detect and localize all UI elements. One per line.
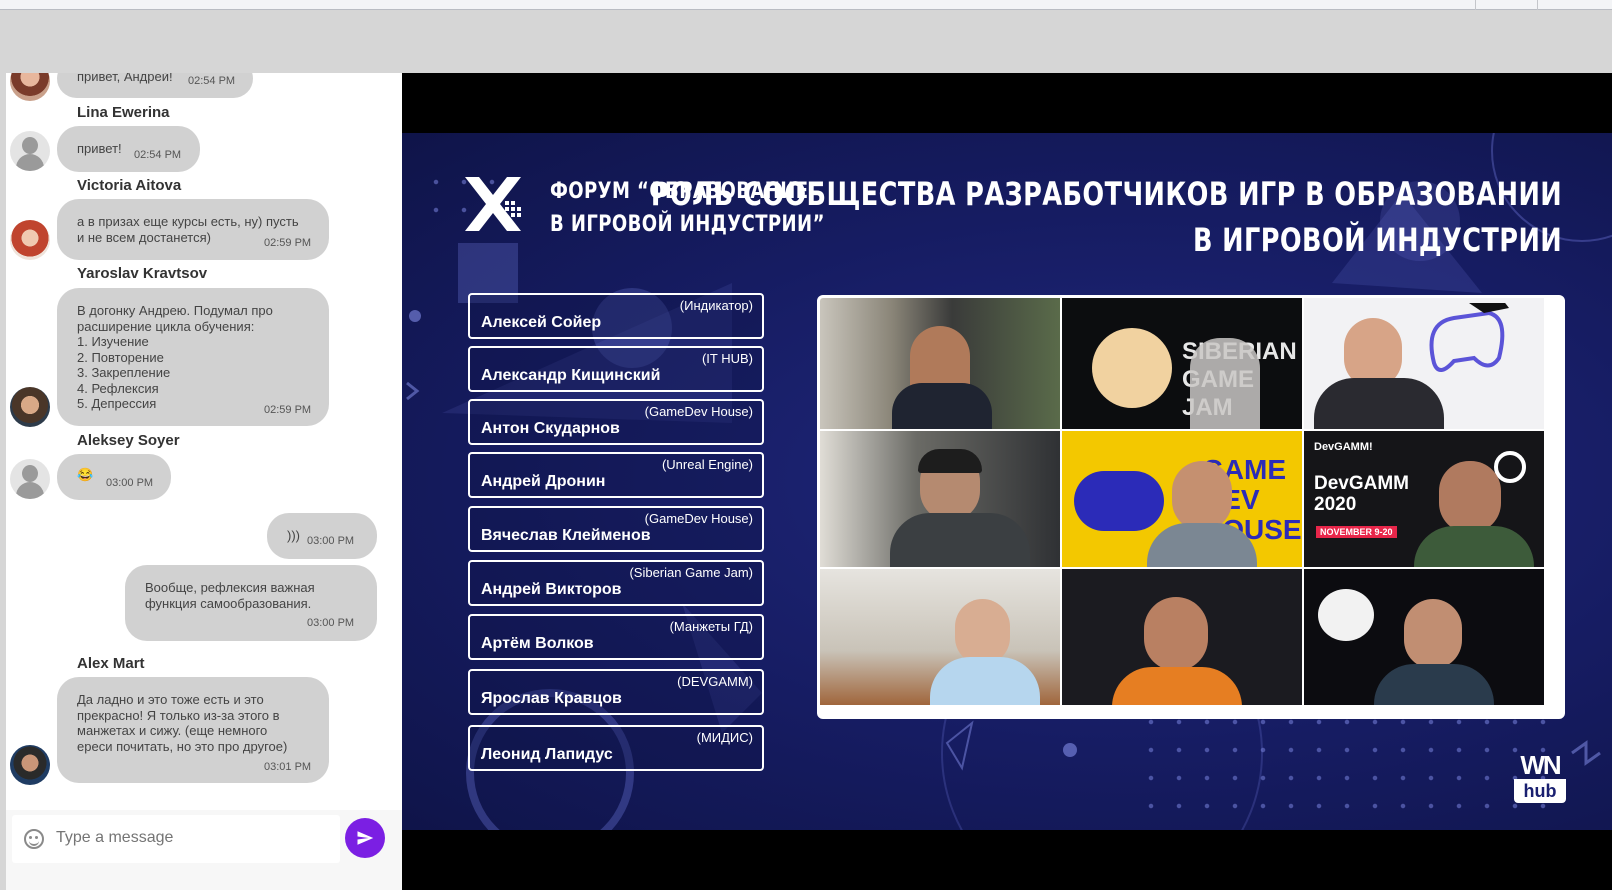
speaker-name: Антон Скударнов <box>481 420 620 437</box>
speaker-card: (IT HUB) Александр Кищинский <box>468 346 764 392</box>
speaker-name: Алексей Сойер <box>481 314 602 331</box>
message-text: Вообще, рефлексия важная функция самообр… <box>145 580 315 611</box>
wnhub-logo: WN hub <box>1512 751 1568 803</box>
message-text: В догонку Андрею. Подумал про расширение… <box>77 303 273 411</box>
speaker-card: (Индикатор) Алексей Сойер <box>468 293 764 339</box>
message-composer <box>6 810 402 890</box>
speaker-name: Андрей Викторов <box>481 581 622 598</box>
participant-video <box>820 298 1060 429</box>
sender-name: Alex Mart <box>77 655 145 672</box>
session-title-line: РОЛЬ СООБЩЕСТВА РАЗРАБОТЧИКОВ ИГР В ОБРА… <box>650 175 1562 213</box>
avatar <box>10 220 50 260</box>
message-input[interactable] <box>56 829 326 847</box>
message-time: 02:54 PM <box>188 75 236 87</box>
send-icon <box>357 831 374 845</box>
speaker-org: (DEVGAMM) <box>677 674 753 689</box>
message-text: Да ладно и это тоже есть и это прекрасно… <box>77 692 288 754</box>
message-time: 02:59 PM <box>264 404 312 416</box>
speaker-org: (Unreal Engine) <box>661 457 753 472</box>
message-bubble: Да ладно и это тоже есть и это прекрасно… <box>57 677 329 783</box>
message-time: 03:00 PM <box>307 617 355 629</box>
speaker-card: (Манжеты ГД) Артём Волков <box>468 614 764 660</box>
message-bubble: В догонку Андрею. Подумал про расширение… <box>57 288 329 426</box>
sender-name: Lina Ewerina <box>77 104 170 121</box>
message-input-box <box>12 815 340 863</box>
message-bubble: а в призах еще курсы есть, ну) пусть и н… <box>57 199 329 260</box>
speaker-org: (Индикатор) <box>679 298 753 313</box>
message-time: 03:00 PM <box>106 477 154 489</box>
strip-divider <box>1537 0 1538 10</box>
video-player[interactable]: ФОРУМ “ОБРАЗОВАНИЕ В ИГРОВОЙ ИНДУСТРИИ” … <box>402 73 1612 890</box>
avatar <box>10 459 50 499</box>
speaker-name: Ярослав Кравцов <box>481 690 622 707</box>
page-header-band <box>0 11 1612 73</box>
wnhub-logo-hub: hub <box>1514 779 1566 803</box>
avatar <box>10 745 50 785</box>
message-time: 02:54 PM <box>134 149 182 161</box>
own-message-bubble: Вообще, рефлексия важная функция самообр… <box>125 565 377 641</box>
own-message-bubble: ))) 03:00 PM <box>267 513 377 559</box>
speaker-card: (Unreal Engine) Андрей Дронин <box>468 452 764 498</box>
devgamm-title: DevGAMM 2020 <box>1314 473 1410 515</box>
participant-video: GAME DEV HOUSE <box>1062 431 1302 567</box>
avatar <box>10 131 50 171</box>
browser-top-strip <box>0 0 1612 10</box>
session-title: РОЛЬ СООБЩЕСТВА РАЗРАБОТЧИКОВ ИГР В ОБРА… <box>651 171 1562 263</box>
message-time: 03:00 PM <box>307 535 355 547</box>
devgamm-small-logo: DevGAMM! <box>1314 441 1373 453</box>
speaker-org: (IT HUB) <box>701 351 753 366</box>
send-button[interactable] <box>345 818 385 858</box>
speaker-org: (МИДИС) <box>696 730 753 745</box>
emoji-icon[interactable] <box>24 829 44 849</box>
chat-message-list[interactable]: привет, Андрей! 02:54 PM Lina Ewerina пр… <box>6 73 402 827</box>
participant-video: DevGAMM! DevGAMM 2020 NOVEMBER 9-20 <box>1304 431 1544 567</box>
message-bubble: 😂 03:00 PM <box>57 454 171 500</box>
speaker-card: (DEVGAMM) Ярослав Кравцов <box>468 669 764 715</box>
gamepad-icon <box>1429 303 1509 372</box>
speaker-name: Леонид Лапидус <box>481 746 613 763</box>
wnhub-logo-wn: WN <box>1520 750 1561 780</box>
message-bubble: привет, Андрей! 02:54 PM <box>57 73 253 98</box>
participants-video-grid: SIBERIAN GAME JAM GAME DEV HOUSE <box>817 295 1565 719</box>
speaker-card: (GameDev House) Антон Скударнов <box>468 399 764 445</box>
chat-panel: привет, Андрей! 02:54 PM Lina Ewerina пр… <box>6 73 402 890</box>
stream-slide: ФОРУМ “ОБРАЗОВАНИЕ В ИГРОВОЙ ИНДУСТРИИ” … <box>402 133 1612 830</box>
message-bubble: привет! 02:54 PM <box>57 126 200 172</box>
participant-video: SIBERIAN GAME JAM <box>1062 298 1302 429</box>
sender-name: Yaroslav Kravtsov <box>77 265 208 282</box>
speaker-card: (Siberian Game Jam) Андрей Викторов <box>468 560 764 606</box>
session-title-line: В ИГРОВОЙ ИНДУСТРИИ <box>1192 221 1562 259</box>
participant-video <box>820 431 1060 567</box>
speaker-name: Александр Кищинский <box>481 367 661 384</box>
dot-pattern <box>1137 708 1557 818</box>
strip-divider <box>1475 0 1476 10</box>
message-time: 03:01 PM <box>264 761 312 773</box>
speaker-org: (GameDev House) <box>644 404 753 419</box>
message-time: 02:59 PM <box>264 237 312 249</box>
speaker-card: (GameDev House) Вячеслав Клейменов <box>468 506 764 552</box>
speaker-name: Вячеслав Клейменов <box>481 527 651 544</box>
sender-name: Aleksey Soyer <box>77 432 180 449</box>
speaker-org: (Манжеты ГД) <box>669 619 753 634</box>
forum-logo <box>465 177 521 231</box>
speaker-org: (GameDev House) <box>644 511 753 526</box>
speaker-name: Артём Волков <box>481 635 594 652</box>
devgamm-date: NOVEMBER 9-20 <box>1316 526 1397 538</box>
avatar <box>10 387 50 427</box>
participant-video <box>1062 569 1302 705</box>
speaker-name: Андрей Дронин <box>481 473 606 490</box>
participant-video <box>1304 569 1544 705</box>
avatar <box>10 73 50 101</box>
speaker-card: (МИДИС) Леонид Лапидус <box>468 725 764 771</box>
participant-video <box>820 569 1060 705</box>
sender-name: Victoria Aitova <box>77 177 182 194</box>
participant-video <box>1304 298 1544 429</box>
speaker-org: (Siberian Game Jam) <box>629 565 753 580</box>
